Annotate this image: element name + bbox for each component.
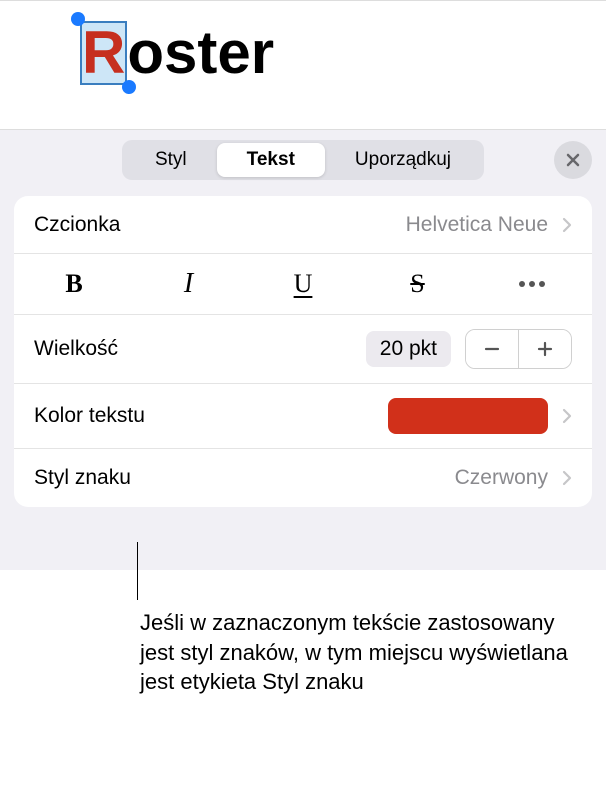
- segmented-control: Styl Tekst Uporządkuj: [122, 140, 484, 180]
- size-increase-button[interactable]: [519, 330, 571, 368]
- text-color-swatch[interactable]: [388, 398, 548, 434]
- plus-icon: [535, 339, 555, 359]
- italic-button[interactable]: I: [159, 264, 219, 304]
- text-options-card: Czcionka Helvetica Neue B I U S Wielkość…: [14, 196, 592, 507]
- text-selection[interactable]: R: [80, 21, 127, 85]
- tab-text[interactable]: Tekst: [217, 143, 325, 177]
- callout-text: Jeśli w zaznaczonym tekście zastosowany …: [140, 608, 570, 697]
- text-sample: R oster: [80, 21, 274, 85]
- size-label: Wielkość: [34, 337, 118, 361]
- bold-button[interactable]: B: [44, 264, 104, 304]
- underline-button[interactable]: U: [273, 264, 333, 304]
- size-value[interactable]: 20 pkt: [366, 331, 451, 367]
- character-style-row[interactable]: Styl znaku Czerwony: [14, 449, 592, 507]
- more-icon: [519, 281, 545, 287]
- close-button[interactable]: [554, 141, 592, 179]
- rest-text: oster: [127, 23, 274, 83]
- selection-handle-end[interactable]: [122, 80, 136, 94]
- chevron-right-icon: [562, 217, 572, 233]
- minus-icon: [482, 339, 502, 359]
- chevron-right-icon: [562, 408, 572, 424]
- format-buttons-row: B I U S: [14, 254, 592, 315]
- document-canvas: R oster: [0, 0, 606, 130]
- character-style-value: Czerwony: [455, 466, 548, 490]
- size-row: Wielkość 20 pkt: [14, 315, 592, 384]
- chevron-right-icon: [562, 470, 572, 486]
- text-color-row[interactable]: Kolor tekstu: [14, 384, 592, 449]
- size-stepper: [465, 329, 572, 369]
- font-row[interactable]: Czcionka Helvetica Neue: [14, 196, 592, 254]
- strikethrough-button[interactable]: S: [388, 264, 448, 304]
- close-icon: [565, 152, 581, 168]
- size-decrease-button[interactable]: [466, 330, 518, 368]
- callout-line: [137, 542, 138, 600]
- selection-handle-start[interactable]: [71, 12, 85, 26]
- more-options-button[interactable]: [502, 264, 562, 304]
- tab-arrange[interactable]: Uporządkuj: [325, 143, 481, 177]
- character-style-label: Styl znaku: [34, 466, 131, 490]
- font-value: Helvetica Neue: [406, 213, 548, 237]
- format-panel: Styl Tekst Uporządkuj Czcionka Helvetica…: [0, 130, 606, 570]
- panel-tabs: Styl Tekst Uporządkuj: [14, 140, 592, 180]
- font-label: Czcionka: [34, 213, 120, 237]
- text-color-label: Kolor tekstu: [34, 404, 145, 428]
- tab-style[interactable]: Styl: [125, 143, 217, 177]
- selected-letter: R: [82, 23, 125, 83]
